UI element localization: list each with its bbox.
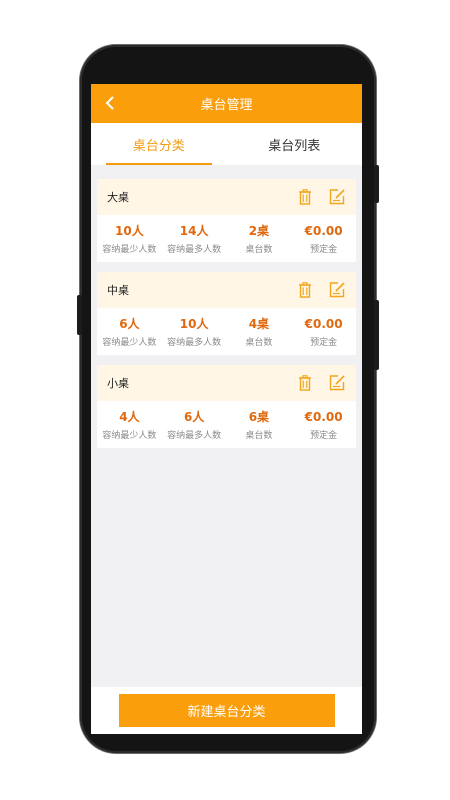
stat-value: €0.00 [304, 410, 343, 424]
tab-table-categories[interactable]: 桌台分类 [91, 123, 227, 165]
new-category-button[interactable]: 新建桌台分类 [118, 694, 335, 727]
stat-label: 桌台数 [245, 338, 273, 348]
stat-label: 预定金 [310, 338, 338, 348]
stat-max-capacity: 6人 容纳最多人数 [162, 409, 227, 441]
app-screen: 桌台管理 桌台分类 桌台列表 大桌 10人 容纳最少人数 14人 容纳最多人数 … [91, 84, 362, 734]
edit-icon[interactable] [328, 281, 346, 299]
trash-icon[interactable] [296, 281, 314, 299]
stat-label: 预定金 [310, 245, 338, 255]
stat-value: 4人 [119, 410, 140, 424]
category-list: 大桌 10人 容纳最少人数 14人 容纳最多人数 2桌 桌台数 €0.00 预定… [91, 165, 362, 448]
phone-side-button [374, 300, 379, 370]
stat-table-count: 6桌 桌台数 [227, 409, 292, 441]
card-header: 小桌 [97, 365, 356, 401]
stat-max-capacity: 14人 容纳最多人数 [162, 223, 227, 255]
phone-side-button [374, 165, 379, 203]
edit-icon[interactable] [328, 188, 346, 206]
stat-label: 容纳最少人数 [102, 431, 157, 441]
stat-value: 2桌 [248, 224, 270, 238]
category-card[interactable]: 大桌 10人 容纳最少人数 14人 容纳最多人数 2桌 桌台数 €0.00 预定… [97, 179, 356, 262]
chevron-left-icon[interactable] [103, 95, 119, 111]
stat-max-capacity: 10人 容纳最多人数 [162, 316, 227, 348]
trash-icon[interactable] [296, 374, 314, 392]
stat-min-capacity: 6人 容纳最少人数 [97, 316, 162, 348]
trash-icon[interactable] [296, 188, 314, 206]
stat-value: 10人 [115, 224, 144, 238]
stat-table-count: 4桌 桌台数 [227, 316, 292, 348]
tab-table-list[interactable]: 桌台列表 [227, 123, 363, 165]
stat-min-capacity: 10人 容纳最少人数 [97, 223, 162, 255]
tab-label: 桌台列表 [268, 138, 321, 154]
stat-deposit: €0.00 预定金 [291, 316, 356, 348]
category-name: 中桌 [107, 284, 129, 297]
stats-row: 6人 容纳最少人数 10人 容纳最多人数 4桌 桌台数 €0.00 预定金 [97, 308, 356, 355]
stat-label: 桌台数 [245, 431, 273, 441]
card-header: 中桌 [97, 272, 356, 308]
stat-table-count: 2桌 桌台数 [227, 223, 292, 255]
category-card[interactable]: 小桌 4人 容纳最少人数 6人 容纳最多人数 6桌 桌台数 €0.00 预定金 [97, 365, 356, 448]
stat-min-capacity: 4人 容纳最少人数 [97, 409, 162, 441]
card-header: 大桌 [97, 179, 356, 215]
stat-deposit: €0.00 预定金 [291, 223, 356, 255]
stat-value: 4桌 [248, 317, 270, 331]
stat-label: 容纳最多人数 [167, 338, 222, 348]
stat-value: €0.00 [304, 224, 343, 238]
stat-label: 预定金 [310, 431, 338, 441]
edit-icon[interactable] [328, 374, 346, 392]
tab-bar: 桌台分类 桌台列表 [91, 123, 362, 165]
page-title: 桌台管理 [200, 98, 253, 113]
stat-label: 容纳最多人数 [167, 245, 222, 255]
stat-value: 14人 [179, 224, 209, 238]
stat-value: 10人 [179, 317, 209, 331]
phone-side-button [77, 295, 82, 335]
bottom-bar: 新建桌台分类 [91, 687, 362, 734]
top-bar: 桌台管理 [91, 84, 362, 123]
stat-value: €0.00 [304, 317, 343, 331]
stat-label: 容纳最多人数 [167, 431, 222, 441]
tab-label: 桌台分类 [132, 138, 185, 154]
stat-label: 桌台数 [245, 245, 273, 255]
stats-row: 4人 容纳最少人数 6人 容纳最多人数 6桌 桌台数 €0.00 预定金 [97, 401, 356, 448]
stat-value: 6人 [119, 317, 140, 331]
stat-label: 容纳最少人数 [102, 245, 157, 255]
stat-label: 容纳最少人数 [102, 338, 157, 348]
stat-deposit: €0.00 预定金 [291, 409, 356, 441]
category-name: 小桌 [107, 377, 129, 390]
stat-value: 6人 [183, 410, 205, 424]
category-name: 大桌 [107, 191, 129, 204]
category-card[interactable]: 中桌 6人 容纳最少人数 10人 容纳最多人数 4桌 桌台数 €0.00 预定金 [97, 272, 356, 355]
stat-value: 6桌 [248, 410, 270, 424]
stats-row: 10人 容纳最少人数 14人 容纳最多人数 2桌 桌台数 €0.00 预定金 [97, 215, 356, 262]
